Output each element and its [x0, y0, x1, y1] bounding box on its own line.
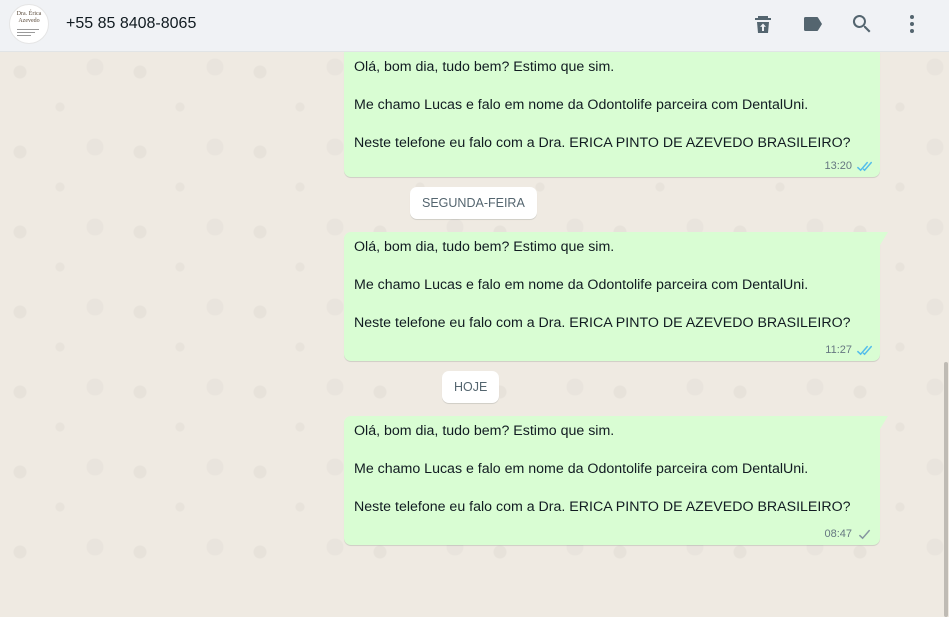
search-icon[interactable] [850, 12, 874, 36]
bubble-tail [880, 416, 888, 429]
chat-scrollbar[interactable] [943, 52, 949, 617]
avatar-logo-lines [17, 29, 39, 38]
scrollbar-thumb[interactable] [944, 362, 948, 617]
read-ticks-icon [856, 345, 872, 356]
message-line: Olá, bom dia, tudo bem? Estimo que sim. [354, 59, 615, 75]
message-time: 13:20 [824, 160, 852, 172]
date-separator: HOJE [442, 371, 500, 403]
menu-icon[interactable] [900, 12, 924, 36]
message-meta: 08:47 [824, 527, 872, 541]
message-line: Neste telefone eu falo com a Dra. ERICA … [354, 499, 851, 515]
chat-header: Dra. Érica Azevedo +55 85 8408-8065 [0, 0, 949, 52]
message-time: 08:47 [824, 528, 852, 540]
message-line: Me chamo Lucas e falo em nome da Odontol… [354, 461, 809, 477]
contact-name[interactable]: +55 85 8408-8065 [66, 14, 196, 34]
message-time: 11:27 [825, 344, 852, 356]
message-line: Me chamo Lucas e falo em nome da Odontol… [354, 97, 809, 113]
date-separator: SEGUNDA-FEIRA [410, 187, 537, 219]
message-line: Me chamo Lucas e falo em nome da Odontol… [354, 277, 809, 293]
archive-icon[interactable] [751, 12, 775, 36]
message-line: Neste telefone eu falo com a Dra. ERICA … [354, 315, 851, 331]
message-bubble[interactable]: Olá, bom dia, tudo bem? Estimo que sim. … [344, 52, 880, 177]
label-icon[interactable] [801, 12, 825, 36]
message-bubble[interactable]: Olá, bom dia, tudo bem? Estimo que sim. … [344, 232, 888, 361]
message-meta: 11:27 [825, 343, 872, 357]
message-meta: 13:20 [824, 159, 872, 173]
contact-avatar[interactable]: Dra. Érica Azevedo [9, 4, 49, 44]
bubble-tail [880, 232, 888, 245]
message-line: Olá, bom dia, tudo bem? Estimo que sim. [354, 239, 615, 255]
avatar-logo-text: Dra. Érica Azevedo [16, 11, 42, 24]
message-line: Olá, bom dia, tudo bem? Estimo que sim. [354, 423, 615, 439]
message-line: Neste telefone eu falo com a Dra. ERICA … [354, 135, 851, 151]
delivered-tick-icon [856, 529, 872, 540]
read-ticks-icon [856, 161, 872, 172]
message-bubble[interactable]: Olá, bom dia, tudo bem? Estimo que sim. … [344, 416, 888, 545]
